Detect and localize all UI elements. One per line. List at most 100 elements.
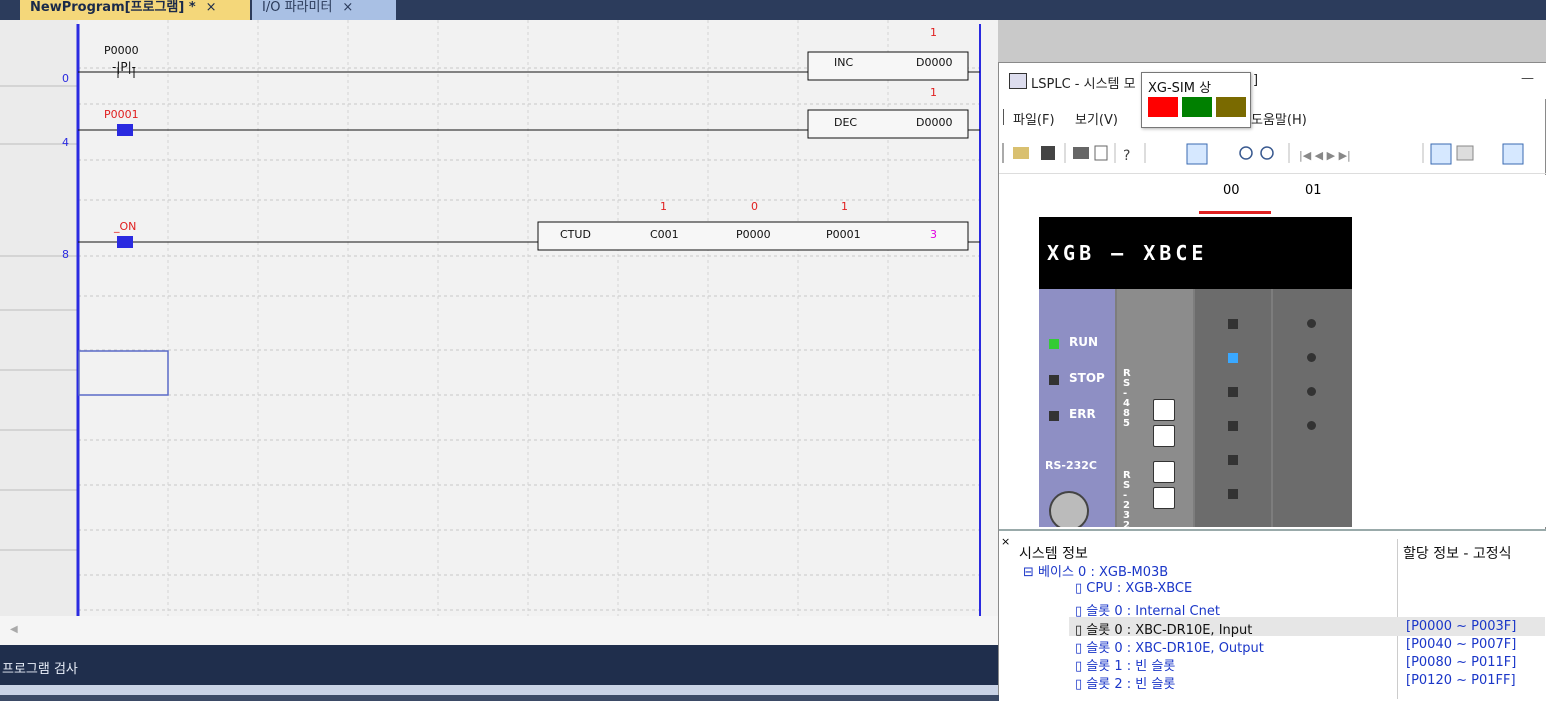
err-led xyxy=(1049,411,1059,421)
step-number: 0 xyxy=(62,72,69,85)
tree-item-label: 베이스 0 : XGB-M03B xyxy=(1038,565,1169,580)
program-check-toolbar xyxy=(0,685,998,695)
cpu-panel: RUN STOP ERR RS-232C xyxy=(1039,289,1115,527)
io-led xyxy=(1228,319,1238,329)
menu-file[interactable]: 파일(F) xyxy=(1013,109,1055,128)
popup-label: XG-SIM 상 xyxy=(1148,81,1212,96)
rs232c-port xyxy=(1049,491,1089,527)
contact-label: _ON xyxy=(114,220,137,233)
stop-label: STOP xyxy=(1069,371,1105,385)
slot-tab-indicator xyxy=(1199,211,1271,214)
instruction-name[interactable]: CTUD xyxy=(560,228,591,241)
close-icon[interactable]: × xyxy=(1001,535,1010,548)
tree-item-label: 슬롯 0 : XBC-DR10E, Output xyxy=(1086,641,1264,656)
io-led xyxy=(1228,421,1238,431)
err-label: ERR xyxy=(1069,407,1096,421)
io-led-column xyxy=(1195,289,1271,527)
tree-item-slot[interactable]: ▯ 슬롯 0 : XBC-DR10E, Output xyxy=(1075,637,1264,656)
workspace-background xyxy=(998,20,1546,65)
menu-help[interactable]: 도움말(H) xyxy=(1251,109,1307,128)
io-led xyxy=(1228,489,1238,499)
ladder-canvas: ◀ xyxy=(0,20,998,645)
status-color-red xyxy=(1148,97,1178,117)
tab-label: NewProgram[프로그램] * xyxy=(30,0,196,15)
tree-item-slot[interactable]: ▯ 슬롯 2 : 빈 슬롯 xyxy=(1075,673,1175,692)
svg-text:◀: ◀ xyxy=(10,624,18,635)
rs232c-label: RS-232C xyxy=(1045,459,1097,472)
tree-item-slot[interactable]: ▯ 슬롯 0 : XBC-DR10E, Input xyxy=(1075,619,1252,638)
tree-header-left: 시스템 정보 xyxy=(1019,546,1088,562)
tree-item-label: 슬롯 0 : XBC-DR10E, Input xyxy=(1086,623,1253,638)
system-info-panel: × 시스템 정보 할당 정보 - 고정식 ⊟ 베이스 0 : XGB-M03B … xyxy=(999,529,1546,701)
stop-led xyxy=(1049,375,1059,385)
instruction-name[interactable]: INC xyxy=(834,56,853,69)
tree-item-alloc: [P0040 ~ P007F] xyxy=(1406,637,1517,652)
terminal-screw xyxy=(1153,487,1175,509)
output-lamp xyxy=(1307,387,1316,396)
tab-new-program[interactable]: NewProgram[프로그램] * × xyxy=(20,0,250,20)
slot-tab-01[interactable]: 01 xyxy=(1305,183,1322,198)
io-led xyxy=(1228,455,1238,465)
instruction-operand: C001 xyxy=(650,228,679,241)
monitor-value: 1 xyxy=(930,86,937,99)
status-color-green xyxy=(1182,97,1212,117)
app-icon xyxy=(1009,73,1027,89)
run-led xyxy=(1049,339,1059,349)
monitor-value: 1 xyxy=(841,200,848,213)
editor-tab-bar: NewProgram[프로그램] * × I/O 파라미터 × xyxy=(0,0,1546,20)
svg-text:?: ? xyxy=(1123,148,1130,164)
contact-label: P0001 xyxy=(104,108,139,121)
output-lamp xyxy=(1307,319,1316,328)
simulator-toolbar: ? |◀ ◀ ▶ ▶| xyxy=(999,135,1546,174)
output-column xyxy=(1273,289,1352,527)
ladder-editor[interactable]: ◀ 0 P0000 -|P|- 1 INC D0000 4 P0001 1 DE… xyxy=(0,20,998,645)
window-title-bar[interactable]: LSPLC - 시스템 모 ] — xyxy=(999,63,1546,99)
instruction-operand: 3 xyxy=(930,228,937,241)
run-label: RUN xyxy=(1069,335,1099,349)
instruction-name[interactable]: DEC xyxy=(834,116,857,129)
terminal-screw xyxy=(1153,461,1175,483)
contact-label: P0000 xyxy=(104,44,139,57)
rs485-label: RS-485 xyxy=(1123,368,1131,429)
monitor-value: 1 xyxy=(660,200,667,213)
tab-io-parameter[interactable]: I/O 파라미터 × xyxy=(252,0,396,20)
tree-item-slot[interactable]: ▯ 슬롯 1 : 빈 슬롯 xyxy=(1075,655,1175,674)
step-number: 4 xyxy=(62,136,69,149)
menu-view[interactable]: 보기(V) xyxy=(1075,109,1118,128)
tab-label: I/O 파라미터 xyxy=(262,0,333,15)
plc-header: XGB — XBCE xyxy=(1039,217,1352,289)
tree-item-alloc: [P0080 ~ P011F] xyxy=(1406,655,1517,670)
io-led xyxy=(1228,387,1238,397)
output-lamp xyxy=(1307,353,1316,362)
close-icon[interactable]: × xyxy=(342,0,353,15)
menu-bar: 파일(F) 보기(V) 도움말(H) xyxy=(999,99,1546,135)
tree-header-right: 할당 정보 - 고정식 xyxy=(1403,546,1512,562)
plc-visual-area: 00 01 XGB — XBCE RUN STOP ERR RS-232C RS… xyxy=(999,175,1546,527)
tree-item-label: 슬롯 2 : 빈 슬롯 xyxy=(1086,677,1176,692)
output-lamp xyxy=(1307,421,1316,430)
rs232-label: RS-232 xyxy=(1123,470,1131,528)
comm-panel: RS-485 RS-232 xyxy=(1117,289,1193,527)
window-title: LSPLC - 시스템 모 xyxy=(1031,77,1136,92)
instruction-operand: D0000 xyxy=(916,56,953,69)
instruction-operand: D0000 xyxy=(916,116,953,129)
monitor-value: 0 xyxy=(751,200,758,213)
panel-title: 프로그램 검사 xyxy=(2,662,78,677)
positive-edge-contact[interactable]: -|P|- xyxy=(112,60,136,74)
tree-item-base[interactable]: ⊟ 베이스 0 : XGB-M03B xyxy=(1023,561,1168,580)
terminal-screw xyxy=(1153,399,1175,421)
tree-item-cpu[interactable]: ▯ CPU : XGB-XBCE xyxy=(1075,581,1192,596)
program-check-panel: 프로그램 검사 xyxy=(0,645,998,685)
svg-text:|◀ ◀ ▶ ▶|: |◀ ◀ ▶ ▶| xyxy=(1299,149,1351,162)
tree-item-label: 슬롯 1 : 빈 슬롯 xyxy=(1086,659,1176,674)
tree-item-label: CPU : XGB-XBCE xyxy=(1086,581,1193,596)
tree-item-alloc: [P0120 ~ P01FF] xyxy=(1406,673,1516,688)
cpu-model-label: XGB — XBCE xyxy=(1047,241,1208,265)
slot-tab-00[interactable]: 00 xyxy=(1223,183,1240,198)
close-icon[interactable]: × xyxy=(206,0,217,15)
step-number: 8 xyxy=(62,248,69,261)
minimize-button[interactable]: — xyxy=(1521,71,1534,86)
terminal-screw xyxy=(1153,425,1175,447)
xg-sim-status-popup[interactable]: XG-SIM 상 xyxy=(1141,72,1251,128)
instruction-operand: P0001 xyxy=(826,228,861,241)
